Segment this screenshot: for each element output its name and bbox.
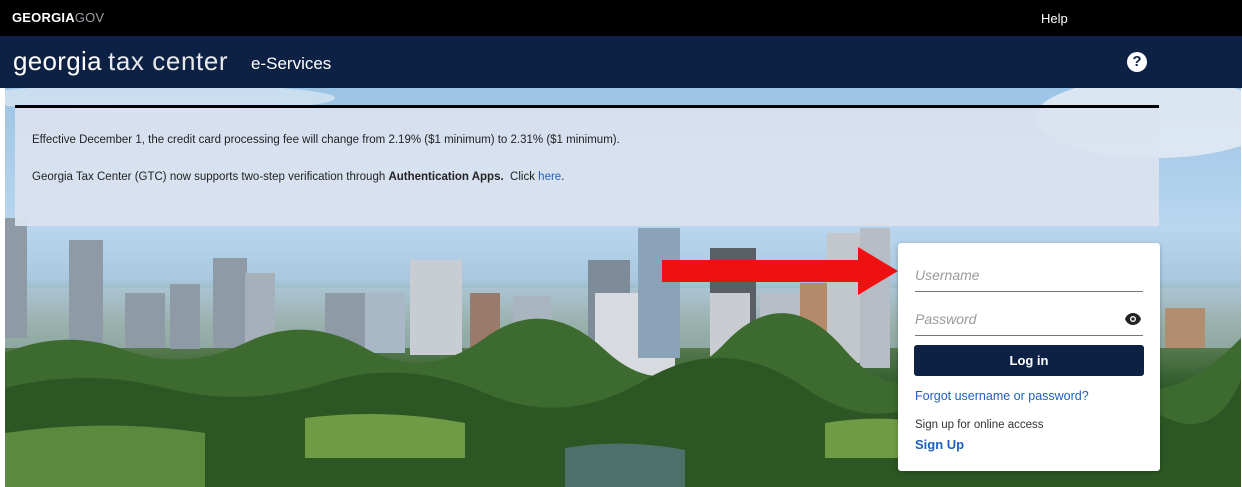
- help-link[interactable]: Help: [1041, 11, 1068, 26]
- red-arrow-icon: [662, 247, 898, 295]
- header-subtitle: e-Services: [251, 54, 332, 73]
- logo-georgia[interactable]: georgia: [13, 46, 102, 77]
- question-circle-icon[interactable]: ?: [1127, 52, 1147, 72]
- notice-here-link[interactable]: here: [538, 171, 561, 183]
- notice-period: .: [561, 171, 565, 183]
- notice-fee-change: Effective December 1, the credit card pr…: [32, 134, 620, 146]
- brand-light-text: GOV: [74, 10, 105, 25]
- logo-tax-center[interactable]: tax center: [108, 46, 228, 77]
- username-field-wrapper: [915, 261, 1143, 292]
- notice-auth-apps: Authentication Apps.: [388, 171, 504, 183]
- signup-prompt: Sign up for online access: [915, 419, 1044, 431]
- notice-two-step-prefix: Georgia Tax Center (GTC) now supports tw…: [32, 171, 389, 183]
- brand-bold-text: GEORGIA: [12, 10, 75, 25]
- site-header: georgia tax center e-Services ?: [0, 36, 1242, 88]
- notice-banner: Effective December 1, the credit card pr…: [15, 105, 1159, 226]
- signup-link[interactable]: Sign Up: [915, 437, 964, 452]
- forgot-credentials-link[interactable]: Forgot username or password?: [915, 389, 1089, 403]
- georgia-gov-brand[interactable]: GEORGIAGOV: [12, 10, 104, 25]
- notice-two-step: Georgia Tax Center (GTC) now supports tw…: [32, 171, 564, 183]
- password-input[interactable]: [915, 305, 1115, 333]
- eye-icon[interactable]: [1125, 313, 1141, 325]
- username-input[interactable]: [915, 261, 1115, 289]
- login-button[interactable]: Log in: [914, 345, 1144, 376]
- password-field-wrapper: [915, 305, 1143, 336]
- login-panel: Log in Forgot username or password? Sign…: [898, 243, 1160, 471]
- gov-top-bar: GEORGIAGOV Help: [0, 0, 1242, 36]
- notice-click-text: Click: [503, 171, 539, 183]
